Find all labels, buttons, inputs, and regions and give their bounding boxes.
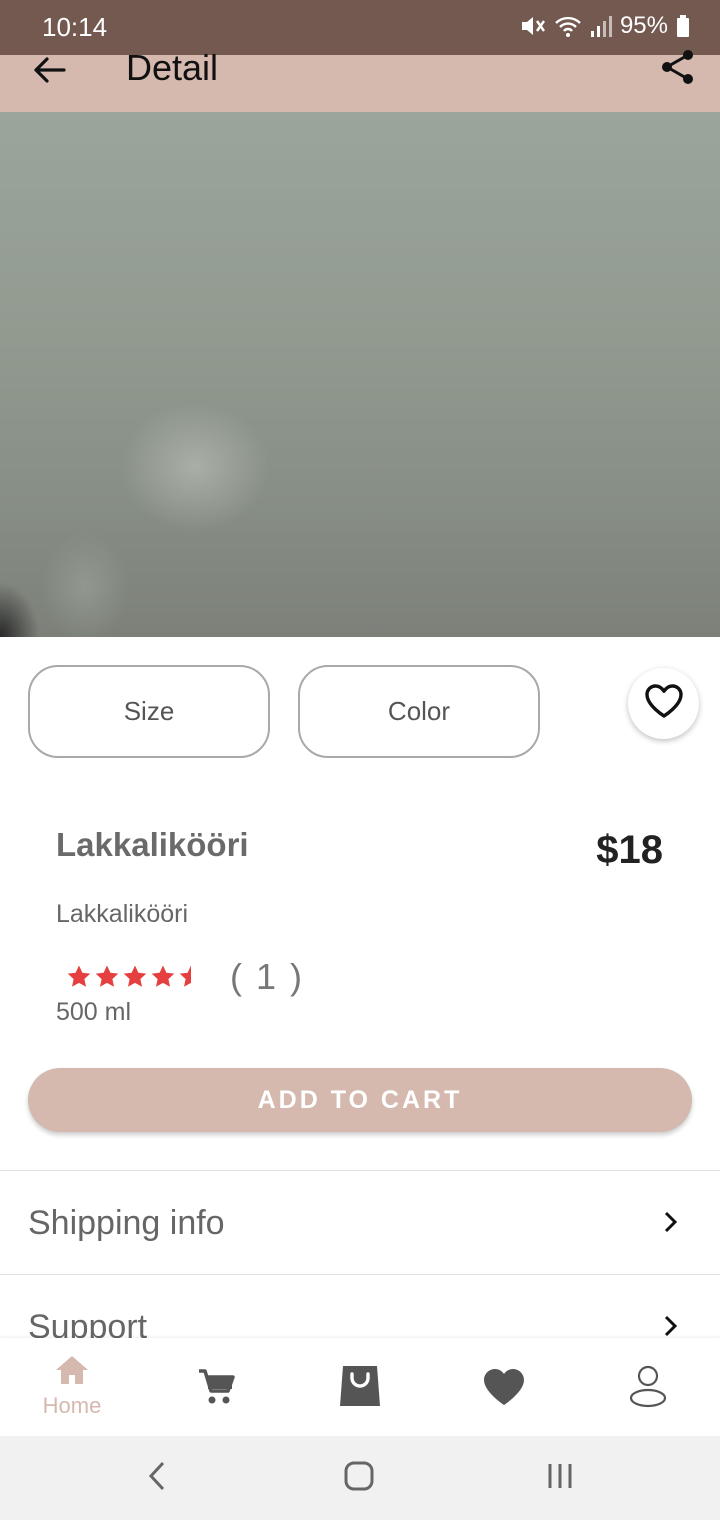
nav-bag[interactable] [288, 1338, 432, 1436]
back-button[interactable] [26, 49, 72, 95]
mute-icon [520, 14, 546, 38]
star-icon [67, 965, 91, 987]
star-rating [66, 964, 204, 990]
profile-icon [628, 1364, 668, 1413]
system-navigation-bar [0, 1436, 720, 1520]
status-bar: 10:14 95% [0, 0, 720, 55]
share-button[interactable] [656, 47, 700, 91]
system-home-button[interactable] [337, 1456, 381, 1500]
app-bar: Detail [0, 47, 720, 112]
size-selector[interactable]: Size [28, 665, 270, 758]
product-image [0, 112, 720, 637]
favorite-button[interactable] [628, 668, 699, 739]
home-icon [54, 1354, 90, 1391]
share-icon [660, 49, 696, 90]
star-icon [179, 965, 191, 987]
image-highlight [120, 402, 270, 532]
battery-percent: 95% [619, 12, 668, 39]
arrow-left-icon [32, 55, 66, 90]
system-back-button[interactable] [136, 1456, 180, 1500]
status-icons: 95% [520, 12, 690, 40]
battery-icon [676, 14, 690, 38]
chevron-right-icon [658, 1314, 682, 1338]
page-title: Detail [126, 47, 219, 88]
product-subtitle: Lakkalikööri [56, 900, 189, 928]
recents-icon [544, 1460, 576, 1497]
product-name: Lakkalikööri [56, 826, 249, 863]
heart-outline-icon [644, 683, 684, 724]
heart-icon [483, 1368, 525, 1411]
nav-home[interactable]: Home [0, 1338, 144, 1436]
nav-profile[interactable] [576, 1338, 720, 1436]
shipping-info-row[interactable]: Shipping info [0, 1171, 720, 1274]
home-square-icon [343, 1460, 375, 1497]
chevron-right-icon [658, 1210, 682, 1234]
system-recents-button[interactable] [538, 1456, 582, 1500]
image-highlight-lower [40, 532, 130, 637]
bottom-navigation: Home [0, 1338, 720, 1436]
rating: ( 1 ) [66, 956, 304, 998]
product-volume: 500 ml [56, 998, 132, 1026]
color-selector[interactable]: Color [298, 665, 540, 758]
star-icon [151, 965, 175, 987]
shipping-info-label: Shipping info [28, 1204, 225, 1242]
image-shadow [0, 582, 40, 637]
add-to-cart-button[interactable]: ADD TO CART [28, 1068, 692, 1132]
chevron-left-icon [146, 1460, 170, 1497]
nav-cart[interactable] [144, 1338, 288, 1436]
nav-favorites[interactable] [432, 1338, 576, 1436]
product-price: $18 [596, 828, 663, 872]
wifi-icon [554, 14, 582, 38]
signal-icon [590, 14, 612, 38]
status-time: 10:14 [42, 12, 108, 42]
star-icon [123, 965, 147, 987]
shopping-bag-icon [338, 1364, 382, 1413]
cart-icon [197, 1368, 235, 1411]
nav-home-label: Home [42, 1393, 102, 1418]
review-count: ( 1 ) [230, 956, 305, 997]
star-icon [95, 965, 119, 987]
